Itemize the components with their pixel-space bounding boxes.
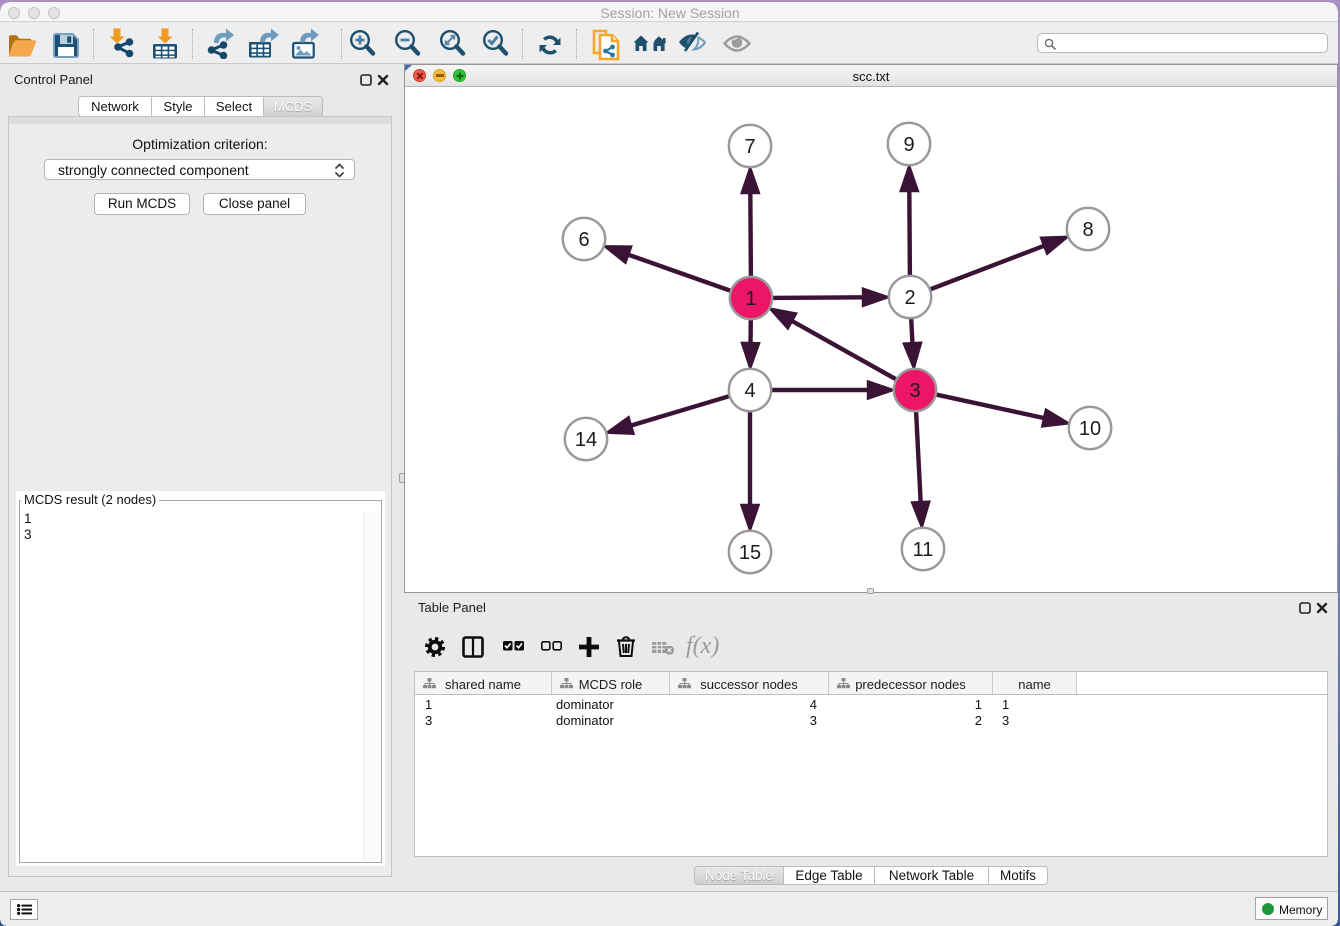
svg-text:9: 9 <box>903 134 914 156</box>
svg-text:1: 1 <box>745 288 756 310</box>
svg-text:4: 4 <box>744 380 755 402</box>
svg-text:3: 3 <box>909 380 920 402</box>
svg-text:14: 14 <box>575 429 597 451</box>
svg-text:15: 15 <box>739 542 761 564</box>
svg-text:10: 10 <box>1079 418 1101 440</box>
svg-text:2: 2 <box>904 287 915 309</box>
svg-text:8: 8 <box>1082 219 1093 241</box>
svg-text:7: 7 <box>744 136 755 158</box>
svg-text:11: 11 <box>913 539 934 561</box>
svg-text:6: 6 <box>578 229 589 251</box>
